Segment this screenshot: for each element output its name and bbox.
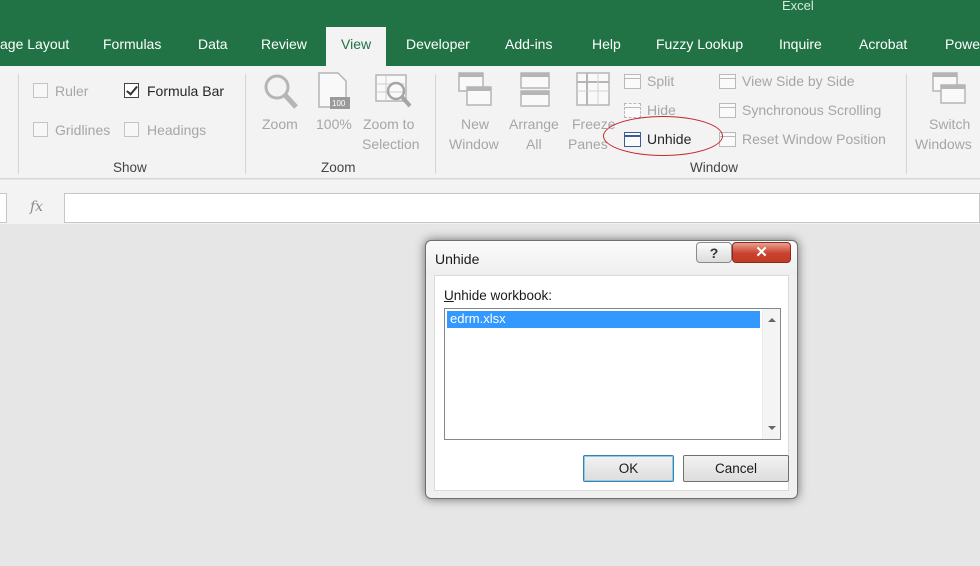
scroll-up-icon[interactable] xyxy=(768,318,776,322)
ribbon-separator xyxy=(906,74,907,174)
label-accelerator: U xyxy=(444,288,454,303)
formula-input[interactable] xyxy=(64,193,980,223)
tab-help[interactable]: Help xyxy=(592,27,621,66)
cancel-button[interactable]: Cancel xyxy=(683,455,789,482)
zoom-selection-icon xyxy=(375,74,412,108)
tab-acrobat[interactable]: Acrobat xyxy=(859,27,907,66)
window-group-label: Window xyxy=(690,160,739,175)
tab-power[interactable]: Powe xyxy=(945,27,980,66)
dialog-title: Unhide xyxy=(435,251,480,267)
ribbon: Ruler Formula Bar Gridlines Headings Sho… xyxy=(0,66,980,179)
workbook-listbox[interactable]: edrm.xlsx xyxy=(444,308,781,440)
new-window-icon xyxy=(458,72,492,106)
ruler-label: Ruler xyxy=(55,83,89,99)
zoom-100-label: 100% xyxy=(316,116,352,132)
side-by-side-icon xyxy=(719,74,736,89)
help-button[interactable]: ? xyxy=(696,242,732,263)
ribbon-separator xyxy=(435,74,436,174)
formula-bar-checkbox[interactable] xyxy=(124,83,139,98)
switch-label: Switch xyxy=(929,116,971,132)
panes-label: Panes xyxy=(568,136,608,152)
gridlines-label: Gridlines xyxy=(55,122,111,138)
split-label: Split xyxy=(647,73,675,89)
view-side-label: View Side by Side xyxy=(742,73,855,89)
zoom-label: Zoom xyxy=(262,116,298,132)
close-icon: ✕ xyxy=(755,244,768,261)
tab-fuzzy-lookup[interactable]: Fuzzy Lookup xyxy=(656,27,743,66)
close-button[interactable]: ✕ xyxy=(732,242,791,263)
ribbon-separator xyxy=(245,74,246,174)
formula-bar-label: Formula Bar xyxy=(147,83,225,99)
insert-function-icon[interactable]: fx xyxy=(30,199,43,215)
zoom-100-badge: 100 xyxy=(332,99,346,108)
sync-scroll-icon xyxy=(719,103,736,118)
title-bar: Excel age Layout Formulas Data Review Vi… xyxy=(0,0,980,66)
freeze-panes-icon xyxy=(576,72,610,106)
gridlines-checkbox[interactable] xyxy=(33,122,48,137)
highlight-oval xyxy=(603,116,723,156)
ribbon-separator xyxy=(18,74,19,174)
zoom-group-label: Zoom xyxy=(321,160,356,175)
tab-developer[interactable]: Developer xyxy=(406,27,470,66)
help-icon: ? xyxy=(709,245,719,261)
dialog-title-bar: Unhide ? ✕ xyxy=(426,241,797,275)
scroll-down-icon[interactable] xyxy=(768,426,776,430)
switch-windows-icon xyxy=(932,72,966,104)
tab-formulas[interactable]: Formulas xyxy=(103,27,161,66)
tab-page-layout[interactable]: age Layout xyxy=(0,27,69,66)
tab-data[interactable]: Data xyxy=(198,27,228,66)
list-item[interactable]: edrm.xlsx xyxy=(447,311,760,328)
magnifier-icon xyxy=(264,74,298,109)
headings-checkbox[interactable] xyxy=(124,122,139,137)
arrange-all-icon xyxy=(520,72,550,107)
zoom-100-icon: 100 xyxy=(318,72,350,109)
headings-label: Headings xyxy=(147,122,207,138)
ruler-checkbox[interactable] xyxy=(33,83,48,98)
ok-button[interactable]: OK xyxy=(583,455,674,482)
split-icon xyxy=(624,74,641,89)
window-label: Window xyxy=(449,136,499,152)
sync-scroll-label: Synchronous Scrolling xyxy=(742,102,882,118)
tab-add-ins[interactable]: Add-ins xyxy=(505,27,552,66)
label-rest: nhide workbook: xyxy=(453,288,553,303)
arrange-label: Arrange xyxy=(509,116,559,132)
tab-view[interactable]: View xyxy=(326,27,387,66)
unhide-workbook-label: Unhide workbook: xyxy=(444,288,552,303)
app-name: Excel xyxy=(782,0,814,13)
reset-window-label: Reset Window Position xyxy=(742,131,886,147)
show-group-label: Show xyxy=(113,160,147,175)
hide-icon xyxy=(624,103,641,118)
tab-inquire[interactable]: Inquire xyxy=(779,27,822,66)
unhide-dialog: Unhide ? ✕ Unhide workbook: edrm.xlsx OK… xyxy=(425,240,798,499)
tab-review[interactable]: Review xyxy=(261,27,307,66)
all-label: All xyxy=(526,136,542,152)
listbox-scrollbar[interactable] xyxy=(762,309,780,439)
new-label: New xyxy=(461,116,490,132)
name-box[interactable] xyxy=(0,193,7,223)
zoom-to-label: Zoom to xyxy=(363,116,415,132)
selection-label: Selection xyxy=(362,136,420,152)
dialog-body: Unhide workbook: edrm.xlsx OK Cancel xyxy=(434,275,789,491)
windows-label: Windows xyxy=(915,136,972,152)
